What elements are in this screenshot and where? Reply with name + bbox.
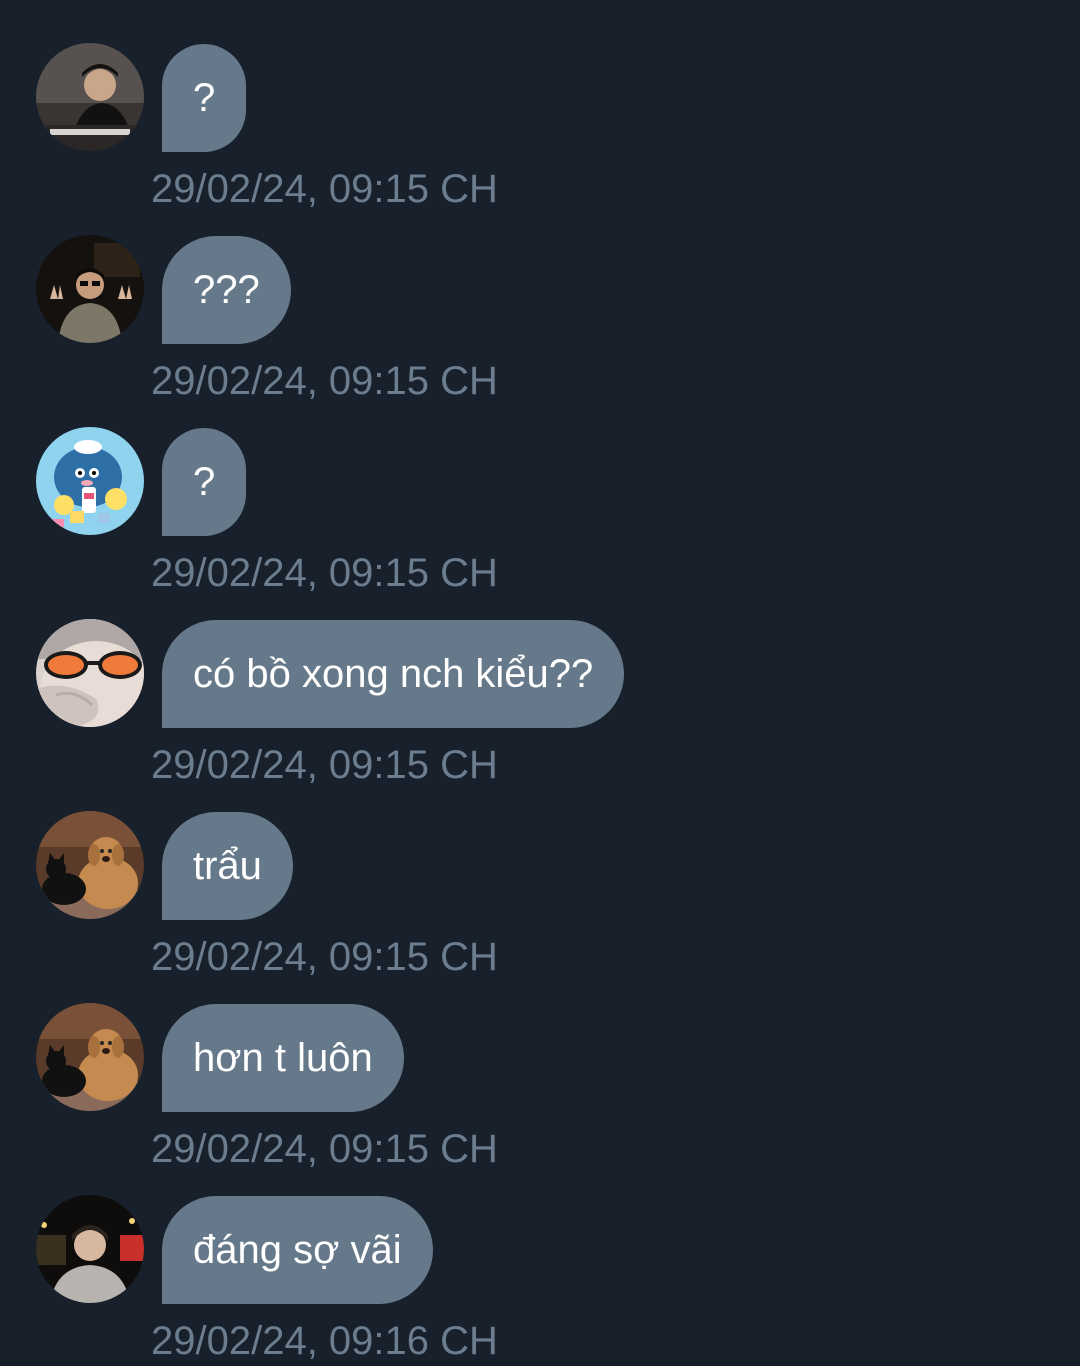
message-text: trẩu [193,844,262,888]
avatar-man-night-selfie-icon [36,1195,144,1303]
message-bubble[interactable]: ??? [162,236,291,344]
message-text: ? [193,76,216,120]
message-row: trẩu 29/02/24, 09:15 CH [0,768,1080,979]
avatar[interactable] [36,235,144,343]
avatar[interactable] [36,427,144,535]
avatar[interactable] [36,1195,144,1303]
message-text: có bồ xong nch kiểu?? [193,652,594,696]
message-text: đáng sợ vãi [193,1228,402,1272]
message-bubble[interactable]: ? [162,44,247,152]
avatar-cartoon-penguin-icon [36,427,144,535]
message-timestamp: 29/02/24, 09:16 CH [151,1319,498,1363]
avatar-man-sunglasses-peace-sign-icon [36,235,144,343]
message-text: ? [193,460,216,504]
avatar[interactable] [36,1003,144,1111]
message-row: ??? 29/02/24, 09:15 CH [0,192,1080,403]
avatar[interactable] [36,619,144,727]
avatar-dog-and-cat-icon [36,1003,144,1111]
message-bubble[interactable]: đáng sợ vãi [162,1196,433,1304]
message-row: có bồ xong nch kiểu?? 29/02/24, 09:15 CH [0,576,1080,787]
message-bubble[interactable]: hơn t luôn [162,1004,404,1112]
message-text: ??? [193,268,260,312]
avatar[interactable] [36,43,144,151]
message-row: ? 29/02/24, 09:15 CH [0,384,1080,595]
avatar-man-at-desk-icon [36,43,144,151]
message-row: hơn t luôn 29/02/24, 09:15 CH [0,960,1080,1171]
message-bubble[interactable]: ? [162,428,247,536]
message-row: ? 29/02/24, 09:15 CH [0,0,1080,211]
message-row: đáng sợ vãi 29/02/24, 09:16 CH [0,1152,1080,1363]
message-bubble[interactable]: trẩu [162,812,293,920]
message-bubble[interactable]: có bồ xong nch kiểu?? [162,620,625,728]
avatar-orange-sunglasses-selfie-icon [36,619,144,727]
avatar-dog-and-cat-icon [36,811,144,919]
message-text: hơn t luôn [193,1036,373,1080]
avatar[interactable] [36,811,144,919]
